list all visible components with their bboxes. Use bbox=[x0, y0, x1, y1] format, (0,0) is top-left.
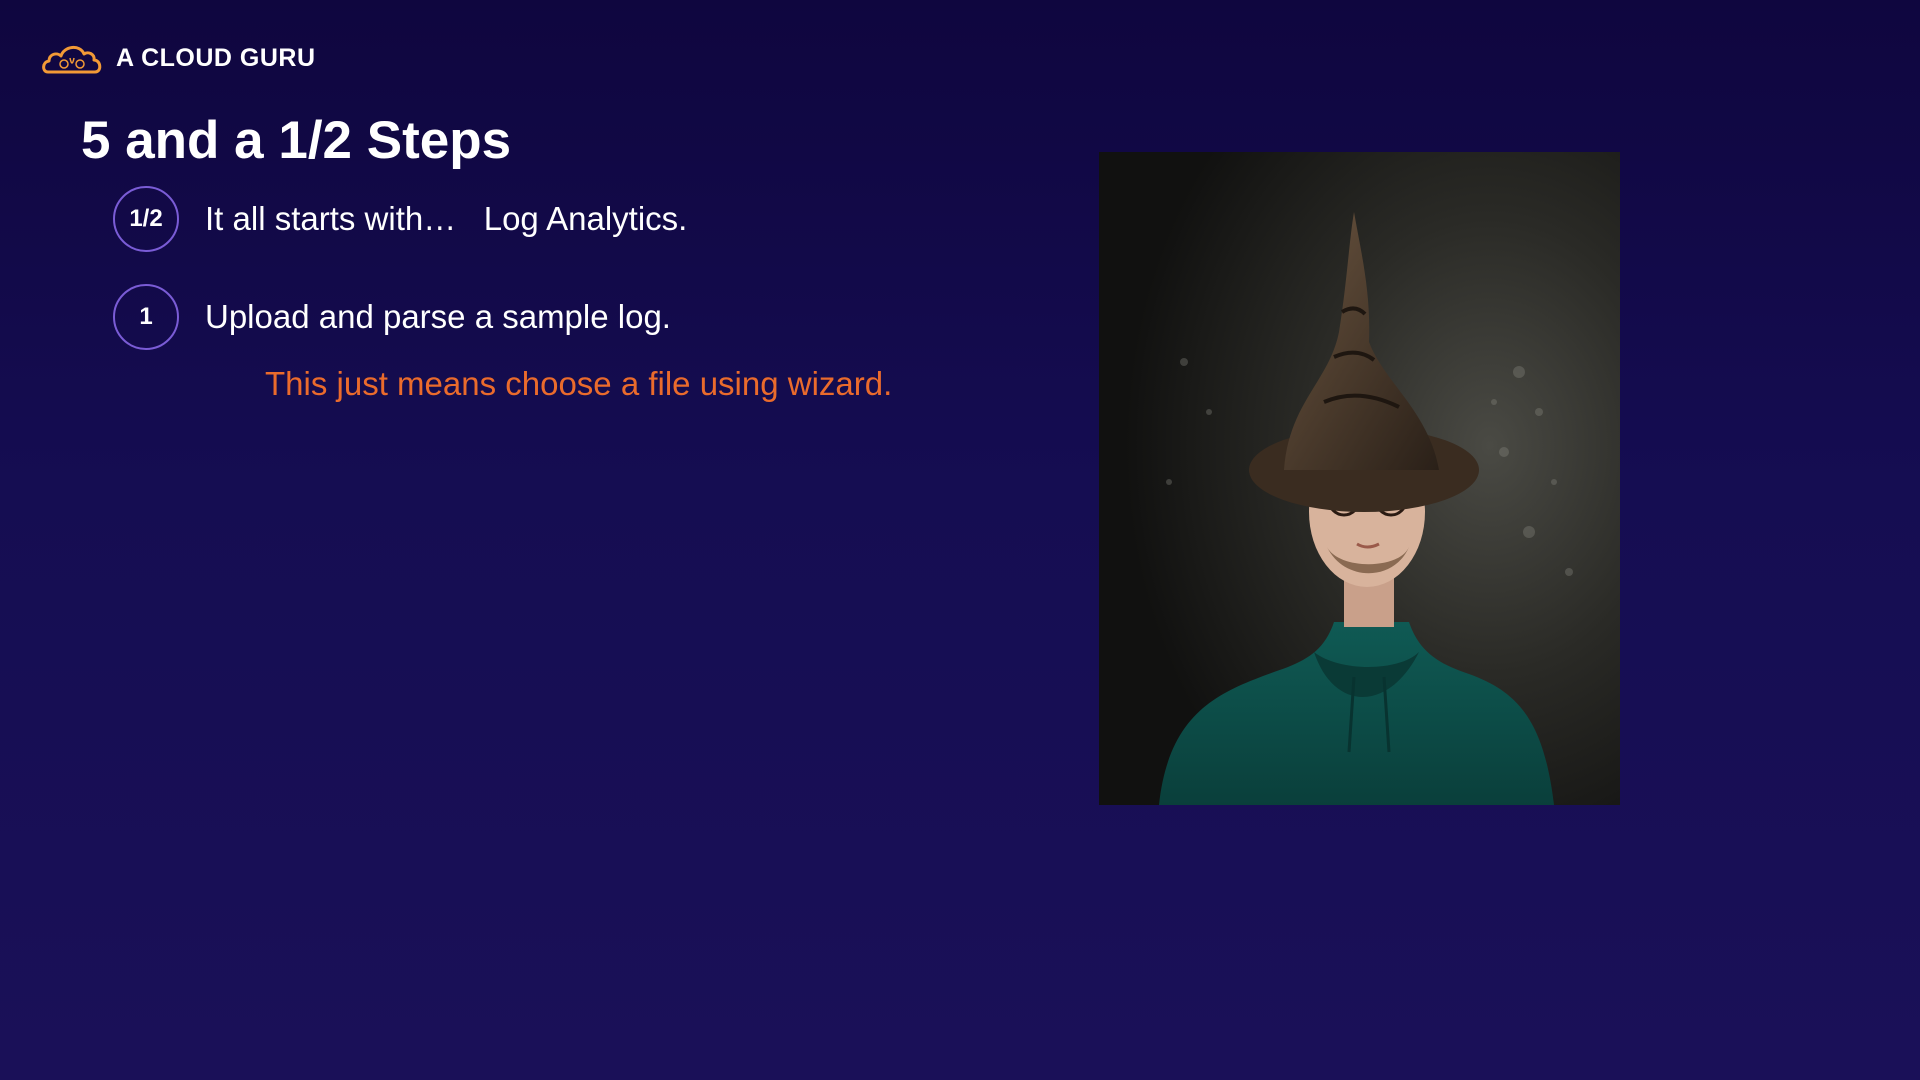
step-badge: 1/2 bbox=[113, 186, 179, 252]
step-note: This just means choose a file using wiza… bbox=[265, 365, 893, 402]
brand-name: A CLOUD GURU bbox=[116, 43, 316, 72]
person-in-wizard-hat-photo bbox=[1099, 152, 1620, 805]
step-badge: 1 bbox=[113, 284, 179, 350]
brand-header: A CLOUD GURU bbox=[40, 38, 316, 78]
step-text: It all starts with… Log Analytics. bbox=[205, 200, 688, 237]
photo-illustration bbox=[1099, 152, 1620, 805]
step-text: Upload and parse a sample log. bbox=[205, 298, 671, 335]
step-one: 1 Upload and parse a sample log. bbox=[113, 284, 671, 350]
page-title: 5 and a 1/2 Steps bbox=[81, 111, 512, 170]
step-half: 1/2 It all starts with… Log Analytics. bbox=[113, 186, 687, 252]
cloud-logo-icon bbox=[42, 46, 102, 74]
